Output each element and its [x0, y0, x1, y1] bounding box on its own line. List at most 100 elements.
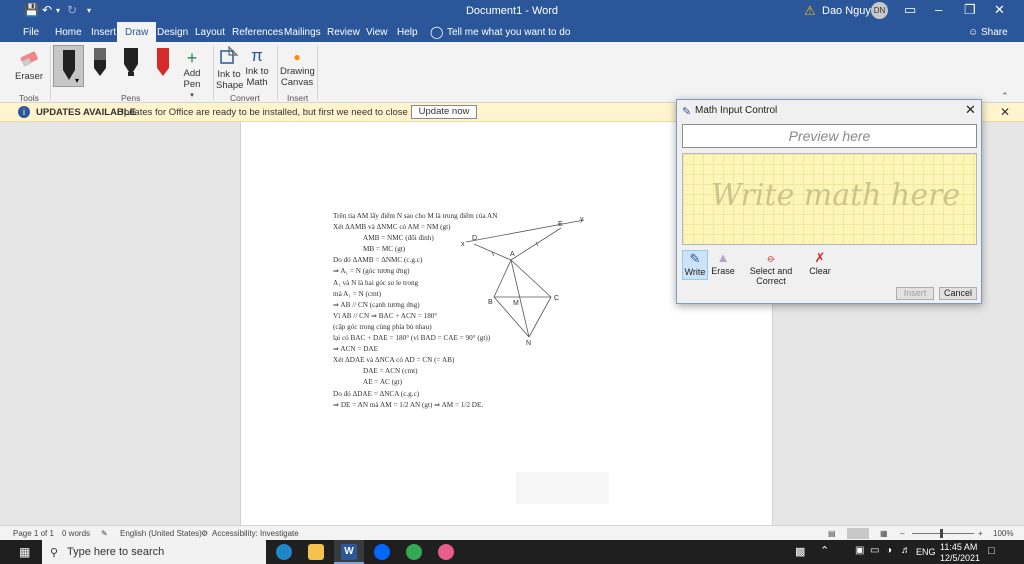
print-layout-icon[interactable] [847, 528, 869, 539]
accessibility-icon: ⚙ [201, 529, 209, 538]
preview-area: Preview here [682, 124, 977, 148]
maximize-button[interactable]: ❐ [964, 2, 976, 18]
eraser-icon: ▲ [716, 250, 730, 265]
tab-file[interactable]: File [23, 27, 39, 38]
cancel-button[interactable]: Cancel [939, 287, 977, 300]
zoom-out-icon[interactable]: – [900, 529, 904, 538]
zoom-level[interactable]: 100% [993, 529, 1013, 538]
web-layout-icon[interactable]: ▦ [880, 529, 888, 538]
pen-icon: ✎ [689, 251, 701, 266]
read-mode-icon[interactable]: ▤ [828, 529, 836, 538]
tab-home[interactable]: Home [55, 27, 82, 38]
close-button[interactable]: ✕ [994, 2, 1005, 18]
close-icon[interactable]: ✕ [965, 102, 976, 118]
avatar[interactable]: DN [871, 2, 888, 19]
eraser-icon [20, 51, 38, 67]
windows-start-icon[interactable]: ▦ [19, 545, 30, 559]
tab-references[interactable]: References [232, 27, 283, 38]
tab-insert[interactable]: Insert [91, 27, 116, 38]
close-icon[interactable]: ✕ [1000, 105, 1010, 119]
chevron-up-icon[interactable]: ⌃ [820, 544, 829, 557]
math-writing-pad[interactable]: Write math here [682, 153, 977, 245]
zalo-icon[interactable] [374, 544, 390, 560]
select-and-correct-button[interactable]: ⦵ Select and Correct [738, 250, 804, 286]
select-and-correct-label: Select and Correct [749, 266, 793, 286]
clear-label: Clear [809, 266, 831, 276]
update-now-button[interactable]: Update now [411, 105, 477, 119]
taskbar: ▦ ⚲ Type here to search W ▩ ⌃ ▣ ▭ ◑ ♬ EN… [0, 540, 1024, 564]
shape-icon [220, 45, 239, 64]
figure-label-n: N [526, 340, 531, 347]
status-bar: Page 1 of 1 0 words ✎ English (United St… [0, 525, 1024, 540]
ink-to-shape-button[interactable]: Ink to Shape [216, 45, 244, 91]
eraser-button[interactable]: Eraser [14, 48, 44, 82]
ink-to-shape-label: Ink to Shape [216, 69, 244, 91]
clear-button[interactable]: ✗ Clear [808, 250, 832, 280]
clock-time[interactable]: 11:45 AM [940, 542, 977, 552]
eraser-label: Eraser [15, 71, 43, 82]
tab-layout[interactable]: Layout [195, 27, 225, 38]
tell-me-search[interactable]: Tell me what you want to do [447, 27, 570, 38]
group-label-pens: Pens [121, 93, 141, 103]
drawing-canvas-label: Drawing Canvas [280, 66, 315, 88]
lasso-icon: ⦵ [765, 250, 777, 265]
red-pen-icon[interactable] [154, 48, 172, 78]
ink-to-math-label: Ink to Math [245, 66, 269, 88]
network-icon[interactable]: ▣ [855, 545, 864, 556]
volume-icon[interactable]: ♬ [901, 545, 911, 556]
tab-help[interactable]: Help [397, 27, 418, 38]
highlighter-icon[interactable] [122, 48, 140, 78]
insert-button[interactable]: Insert [896, 287, 934, 300]
proofing-icon[interactable]: ✎ [101, 529, 108, 538]
tab-design[interactable]: Design [157, 27, 188, 38]
drawing-canvas-button[interactable]: ● Drawing Canvas [280, 48, 315, 88]
warning-icon[interactable]: ⚠ [804, 3, 816, 19]
canvas-icon: ● [293, 50, 301, 64]
erase-tool-button[interactable]: ▲ Erase [710, 250, 736, 280]
info-icon: i [18, 106, 30, 118]
status-language[interactable]: English (United States) [120, 529, 202, 538]
figure-label-e: E [558, 221, 563, 228]
tab-mailings[interactable]: Mailings [284, 27, 321, 38]
notifications-icon[interactable]: □ [988, 545, 995, 557]
chrome-icon[interactable] [406, 544, 422, 560]
zoom-in-icon[interactable]: + [978, 529, 983, 538]
taskbar-search[interactable]: ⚲ Type here to search [42, 540, 266, 564]
share-button[interactable]: ☺ Share [968, 27, 1008, 38]
ink-to-math-button[interactable]: π Ink to Math [244, 46, 270, 88]
status-words[interactable]: 0 words [62, 529, 90, 538]
task-view-icon[interactable]: ▩ [795, 545, 805, 558]
minimize-button[interactable]: – [935, 2, 942, 17]
search-placeholder: Type here to search [67, 546, 165, 558]
tab-view[interactable]: View [366, 27, 388, 38]
figure-label-x: x [461, 241, 465, 248]
pen-black-selected[interactable]: ▾ [53, 45, 84, 87]
write-tool-button[interactable]: ✎ Write [682, 250, 708, 280]
zoom-slider[interactable] [912, 533, 974, 534]
chevron-down-icon[interactable]: ▾ [75, 76, 79, 85]
word-taskbar-active[interactable]: W [334, 540, 364, 564]
math-input-dialog: ✎ Math Input Control ✕ Preview here Writ… [676, 99, 982, 304]
edge-icon[interactable] [276, 544, 292, 560]
add-pen-label: Add Pen [183, 68, 201, 90]
share-label: Share [981, 27, 1008, 38]
figure-label-b: B [488, 299, 493, 306]
wifi-icon[interactable]: ◑ [886, 545, 892, 556]
app-icon[interactable] [438, 544, 454, 560]
collapse-ribbon-icon[interactable]: ⌃ [1001, 91, 1009, 102]
input-language[interactable]: ENG [916, 547, 936, 557]
write-hint: Write math here [711, 178, 961, 213]
tab-draw[interactable]: Draw [117, 22, 157, 42]
tab-review[interactable]: Review [327, 27, 360, 38]
add-pen-button[interactable]: + Add Pen ▾ [179, 48, 205, 101]
chevron-down-icon: ▾ [190, 92, 194, 99]
status-accessibility[interactable]: Accessibility: Investigate [212, 529, 299, 538]
zoom-slider-thumb[interactable] [940, 529, 943, 538]
clock-date[interactable]: 12/5/2021 [940, 553, 980, 563]
pencil-icon[interactable] [91, 48, 109, 78]
status-page[interactable]: Page 1 of 1 [13, 529, 54, 538]
doc-line: Xét ΔDAE và ΔNCA có AD = CN (= AB) [333, 356, 455, 365]
battery-icon[interactable]: ▭ [870, 545, 879, 556]
ribbon-display-options-icon[interactable]: ▭ [904, 2, 916, 18]
file-explorer-icon[interactable] [308, 544, 324, 560]
